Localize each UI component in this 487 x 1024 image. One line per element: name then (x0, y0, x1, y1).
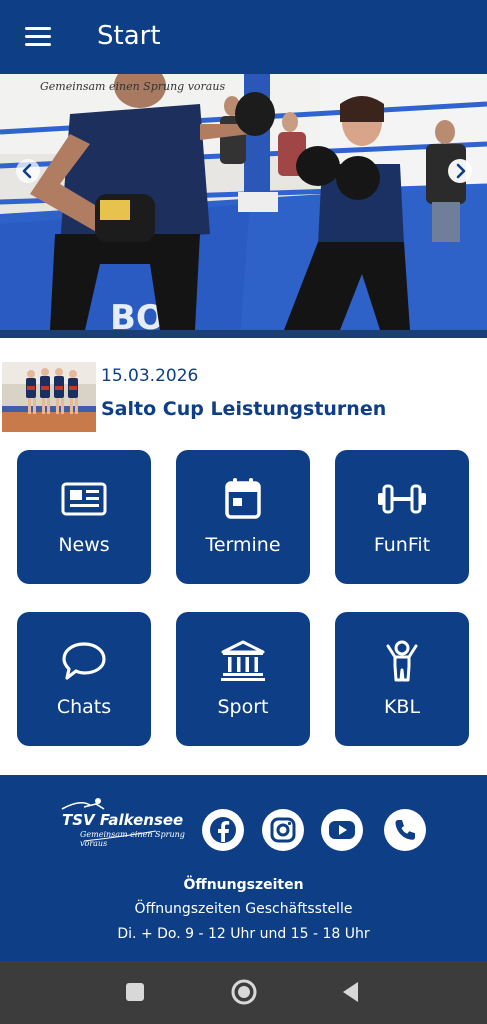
opening-hours-heading: Öffnungszeiten (183, 877, 304, 893)
chat-bubble-icon (59, 640, 109, 682)
tile-label: Sport (217, 696, 269, 718)
hero-image: BOX (0, 74, 487, 338)
news-thumbnail (2, 362, 96, 432)
page-title: Start (97, 21, 161, 51)
back-triangle-icon[interactable] (336, 977, 366, 1007)
tile-label: KBL (383, 696, 421, 718)
tile-sport[interactable]: Sport (176, 612, 310, 746)
child-icon (377, 640, 427, 682)
tile-chats[interactable]: Chats (17, 612, 151, 746)
brand-slogan: Gemeinsam einen Sprung voraus (80, 830, 185, 848)
system-navigation-bar (0, 961, 487, 1024)
newspaper-icon (59, 478, 109, 520)
opening-hours-office: Öffnungszeiten Geschäftsstelle (134, 901, 353, 917)
footer: TSV Falkensee Gemeinsam einen Sprung vor… (0, 775, 487, 961)
tile-news[interactable]: News (17, 450, 151, 584)
tile-termine[interactable]: Termine (176, 450, 310, 584)
tile-label: Chats (56, 696, 112, 718)
home-circle-icon[interactable] (229, 977, 259, 1007)
tile-label: News (58, 534, 110, 556)
tile-kbl[interactable]: KBL (335, 612, 469, 746)
calendar-icon (218, 478, 268, 520)
chevron-left-icon[interactable] (16, 159, 40, 183)
chevron-right-icon[interactable] (448, 159, 472, 183)
brand-name: TSV Falkensee (62, 811, 184, 829)
building-columns-icon (218, 640, 268, 682)
opening-hours-times: Di. + Do. 9 - 12 Uhr und 15 - 18 Uhr (117, 926, 370, 942)
tile-funfit[interactable]: FunFit (335, 450, 469, 584)
news-title: Salto Cup Leistungsturnen (101, 398, 387, 420)
dumbbell-icon (377, 478, 427, 520)
instagram-icon[interactable] (262, 809, 304, 851)
facebook-icon[interactable] (202, 809, 244, 851)
news-item[interactable]: 15.03.2026 Salto Cup Leistungsturnen (2, 362, 482, 434)
hero-watermark: Gemeinsam einen Sprung voraus (40, 80, 226, 93)
youtube-icon[interactable] (321, 809, 363, 851)
tile-label: FunFit (373, 534, 431, 556)
news-date: 15.03.2026 (101, 366, 199, 386)
hero-divider (0, 330, 487, 338)
tile-label: Termine (205, 534, 281, 556)
hero-carousel[interactable]: BOX Gemeinsam einen Sprung voraus (0, 74, 487, 338)
app-bar: Start (0, 0, 487, 74)
hamburger-menu-icon[interactable] (22, 22, 56, 52)
club-logo: TSV Falkensee Gemeinsam einen Sprung vor… (60, 791, 190, 848)
phone-icon[interactable] (384, 809, 426, 851)
recents-square-icon[interactable] (120, 977, 150, 1007)
